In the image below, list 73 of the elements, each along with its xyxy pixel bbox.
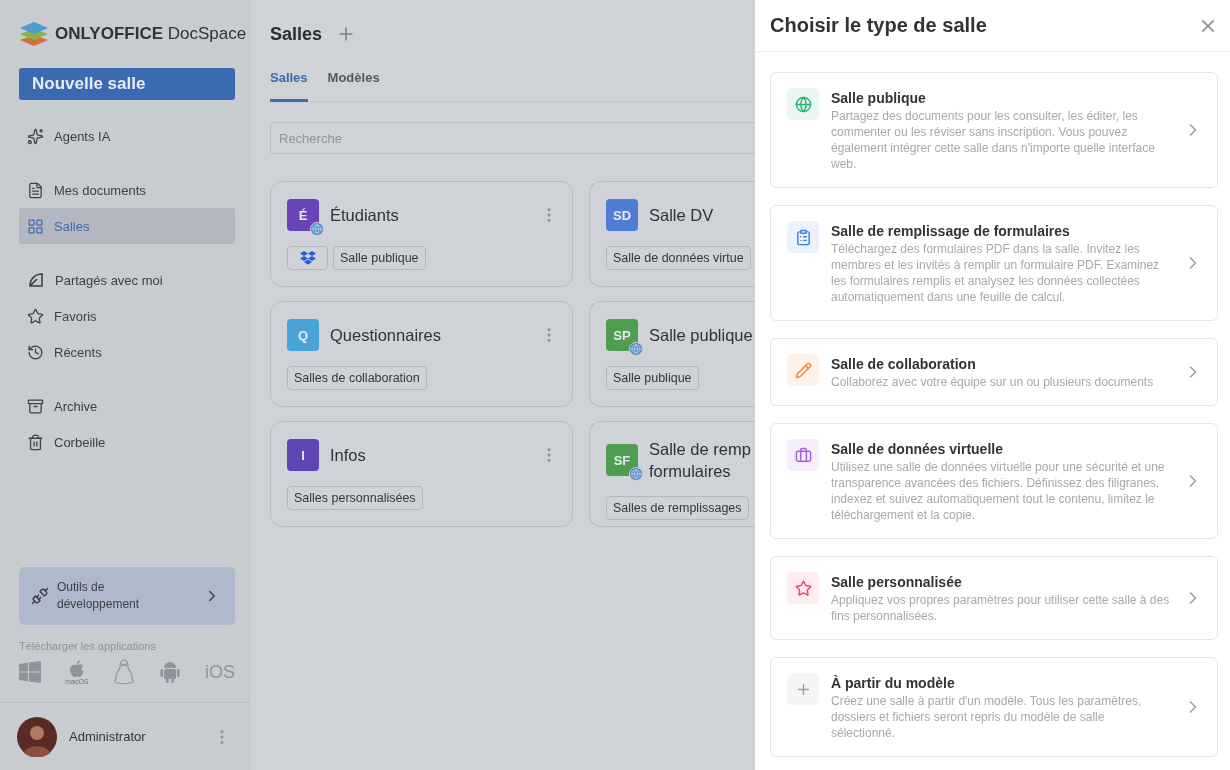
room-card[interactable]: É Étudiants Salle publique: [270, 181, 573, 287]
sparkles-icon: [27, 127, 44, 145]
room-title: Questionnaires: [330, 325, 442, 346]
trash-icon: [27, 433, 44, 451]
room-logo: I: [287, 439, 319, 471]
star-icon: [27, 307, 44, 325]
sidebar-item[interactable]: Favoris: [19, 298, 235, 334]
room-card[interactable]: I Infos Salles personnalisées: [270, 421, 573, 527]
sidebar-item[interactable]: Partagés avec moi: [19, 262, 235, 298]
room-type-option[interactable]: [770, 205, 1218, 321]
penguin-icon: [112, 659, 135, 685]
dev-tools-button[interactable]: Outils de développement: [19, 567, 235, 625]
leaf-icon: [27, 271, 45, 289]
sidebar-item[interactable]: Récents: [19, 334, 235, 370]
room-title: Infos: [330, 445, 367, 466]
page-title: Salles: [270, 23, 323, 45]
room-title: Étudiants: [330, 205, 400, 226]
room-type-tag[interactable]: Salle de données virtue: [606, 246, 751, 270]
apple-icon: [68, 659, 85, 678]
grid-icon: [27, 217, 44, 235]
room-type-tag[interactable]: Salle publique: [606, 366, 699, 390]
option-title: À partir du modèle: [831, 674, 956, 693]
option-title: Salle de collaboration: [831, 355, 977, 374]
tab[interactable]: Salles: [270, 70, 308, 102]
avatar: [17, 716, 57, 757]
user-name: Administrator: [69, 729, 147, 744]
option-description: Utilisez une salle de données virtuelle pour une sécurité et une transparence avancées des fichiers. Définissez des filigranes, indexez et suivez automatiquement tout le contenu, limitez le téléchargement et la copie.: [831, 459, 1166, 523]
download-label: Télécharger les applications: [19, 640, 157, 652]
room-card[interactable]: SD Salle DV Salle de données virtue: [589, 181, 755, 287]
panel-title: Choisir le type de salle: [770, 14, 987, 37]
option-description: Collaborez avec votre équipe sur un ou plusieurs documents: [831, 374, 1155, 390]
room-logo: Q: [287, 319, 319, 351]
room-title: Salle de remp formulaires: [649, 439, 752, 482]
history-icon: [27, 343, 44, 361]
room-title: Salle DV: [649, 205, 715, 226]
room-card[interactable]: Q Questionnaires Salles de collaboration: [270, 301, 573, 407]
option-title: Salle de remplissage de formulaires: [831, 222, 1071, 241]
dropbox-icon: [299, 251, 316, 265]
room-type-tag[interactable]: Salles de collaboration: [287, 366, 427, 390]
room-type-option[interactable]: À partir du modèle Créez une salle à partir d'un modèle. Tous les paramètres, dossiers et fichiers seront repris du modèle de salle sélectionné.: [770, 657, 1218, 757]
sidebar-item[interactable]: Archive: [19, 388, 235, 424]
sidebar-item[interactable]: Corbeille: [19, 424, 235, 460]
room-type-option[interactable]: Salle personnalisée Appliquez vos propres paramètres pour utiliser cette salle à des fins personnalisées.: [770, 556, 1218, 640]
room-card[interactable]: SF Salle de remp formulaires Salles de remplissages: [589, 421, 755, 527]
option-title: Salle personnalisée: [831, 573, 963, 592]
option-description: Créez une salle à partir d'un modèle. Tous les paramètres, dossiers et fichiers seront repris du modèle de salle sélectionné.: [831, 693, 1143, 741]
android-icon: [158, 660, 181, 684]
room-type-option[interactable]: Salle de collaboration Collaborez avec votre équipe sur un ou plusieurs documents: [770, 338, 1218, 406]
new-room-button[interactable]: Nouvelle salle: [19, 68, 235, 100]
room-type-option[interactable]: [770, 423, 1218, 539]
option-title: Salle publique: [831, 89, 927, 108]
search-field[interactable]: Recherche: [270, 122, 755, 154]
room-type-tag[interactable]: Salles de remplissages: [606, 496, 749, 520]
tab[interactable]: Modèles: [327, 70, 380, 102]
brand-name: ONLYOFFICE DocSpace: [55, 24, 247, 44]
logo-icon: [19, 22, 49, 46]
room-logo: SD: [606, 199, 638, 231]
sidebar-item[interactable]: Mes documents: [19, 172, 235, 208]
plug-icon: [31, 587, 49, 605]
room-type-tag[interactable]: Salle publique: [333, 246, 426, 270]
room-title: Salle publique: [649, 325, 754, 346]
room-type-option[interactable]: Salle publique Partagez des documents pour les consulter, les éditer, les commenter ou les réviser sans inscription. Vous pouvez également intégrer cette salle dans n'importe quelle interface web.: [770, 72, 1218, 188]
archive-icon: [27, 397, 44, 415]
storage-tag[interactable]: [287, 246, 328, 270]
room-type-tag[interactable]: Salles personnalisées: [287, 486, 423, 510]
sidebar-item[interactable]: Agents IA: [19, 118, 235, 154]
room-card[interactable]: SP Salle publique Salle publique: [589, 301, 755, 407]
option-description: Partagez des documents pour les consulter, les éditer, les commenter ou les réviser sans inscription. Vous pouvez également intégrer cette salle dans n'importe quelle interface web.: [831, 108, 1156, 172]
document-icon: [27, 181, 44, 199]
option-title: Salle de données virtuelle: [831, 440, 1004, 459]
option-description: Appliquez vos propres paramètres pour utiliser cette salle à des fins personnalisées.: [831, 592, 1171, 624]
windows-icon: [19, 661, 41, 683]
option-description: Téléchargez des formulaires PDF dans la salle. Invitez les membres et les invités à remplir un formulaire PDF. Examinez les formulaires remplis et analysez les données collectées automatiquement dans une feuille de calcul.: [831, 241, 1161, 305]
